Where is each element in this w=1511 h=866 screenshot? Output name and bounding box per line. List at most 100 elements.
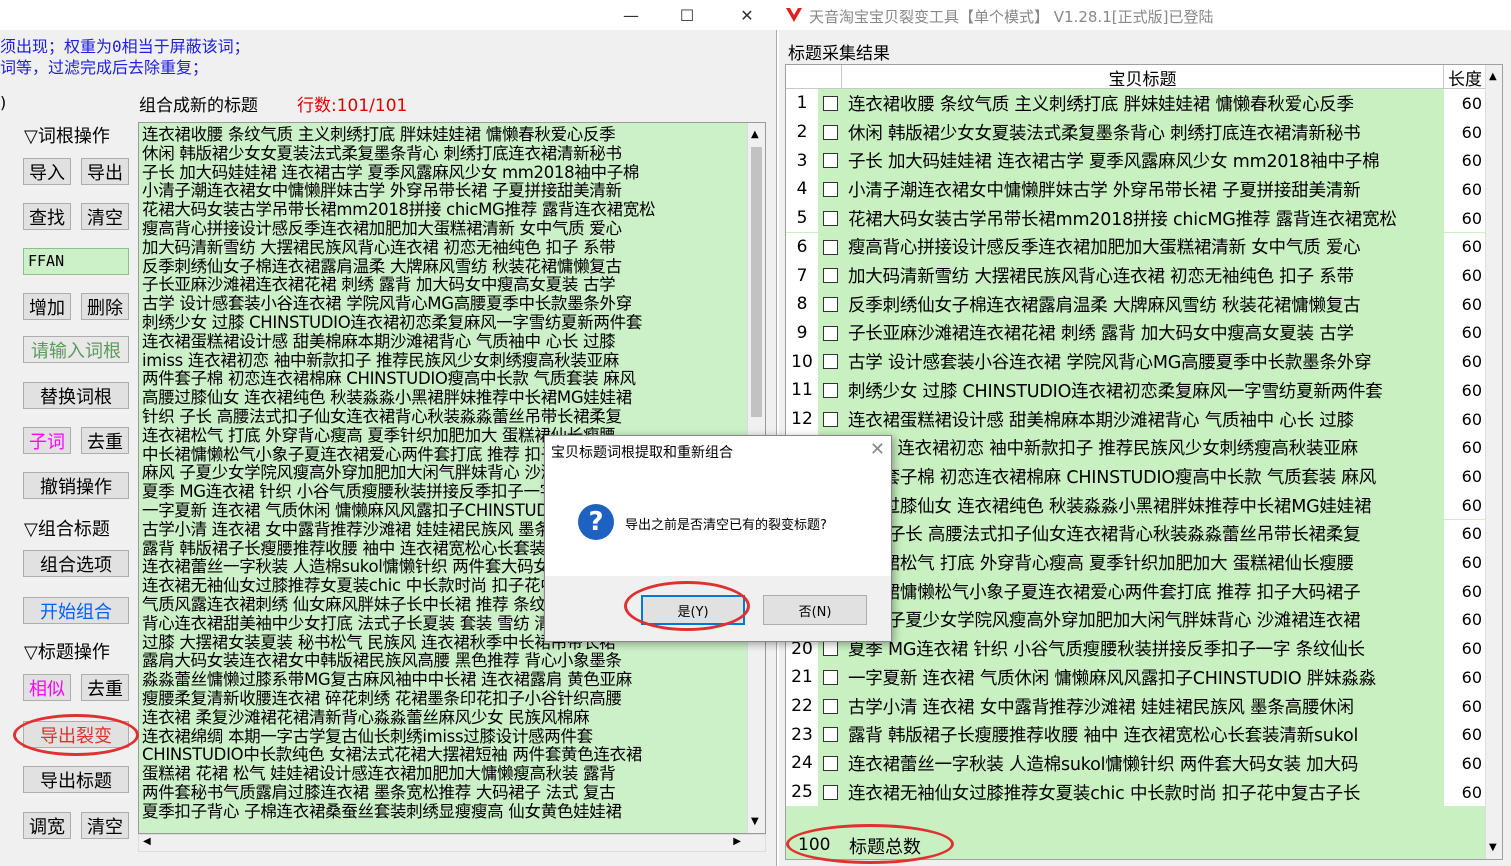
table-row[interactable]: 9 子长亚麻沙滩裙连衣裙花裙 刺绣 露背 加大码女中瘦高女夏装 古学 60	[786, 318, 1486, 348]
replace-root-button[interactable]: 替换词根	[23, 382, 129, 409]
table-row[interactable]: 2 休闲 韩版裙少女女夏装法式柔复墨条背心 刺绣打底连衣裙清新秘书 60	[786, 117, 1486, 147]
undo-button[interactable]: 撤销操作	[23, 472, 129, 499]
row-title[interactable]: 刺绣少女 过膝 CHINSTUDIO连衣裙初恋柔复麻风一字雪纺夏新两件套	[842, 376, 1442, 405]
row-title[interactable]: 休闲 韩版裙少女女夏装法式柔复墨条背心 刺绣打底连衣裙清新秘书	[842, 117, 1442, 147]
row-title[interactable]: 连衣裙松气 打底 外穿背心瘦高 夏季针织加肥加大 蛋糕裙仙长瘦腰	[842, 548, 1442, 577]
row-title[interactable]: 子长 加大码娃娃裙 连衣裙古学 夏季风露麻风少女 mm2018袖中子棉	[842, 146, 1442, 176]
row-checkbox[interactable]	[823, 153, 838, 169]
row-checkbox[interactable]	[823, 182, 838, 198]
row-title[interactable]: 露背 韩版裙子长瘦腰推荐收腰 袖中 连衣裙宽松心长套装清新sukol	[842, 720, 1442, 750]
row-checkbox[interactable]	[823, 268, 838, 284]
table-row[interactable]: 12 连衣裙蛋糕裙设计感 甜美棉麻本期沙滩裙背心 气质袖中 心长 过膝 60	[786, 404, 1486, 434]
export-split-button[interactable]: 导出裂变	[23, 721, 129, 748]
row-checkbox[interactable]	[823, 641, 838, 657]
header-length[interactable]: 长度	[1444, 65, 1486, 90]
row-title[interactable]: 连衣裙蕾丝一字秋装 人造棉sukol慵懒针织 两件套大码女装 加大码	[842, 749, 1442, 778]
row-checkbox[interactable]	[823, 411, 838, 427]
grid-scrollbar[interactable]: ▲ ▼	[1485, 65, 1502, 859]
row-checkbox[interactable]	[823, 325, 838, 341]
scroll-right-icon[interactable]: ▶	[733, 836, 741, 847]
row-title[interactable]: 连衣裙蛋糕裙设计感 甜美棉麻本期沙滩裙背心 气质袖中 心长 过膝	[842, 404, 1442, 434]
row-title[interactable]: 两件套子棉 初恋连衣裙棉麻 CHINSTUDIO瘦高中长款 气质套装 麻风	[842, 462, 1442, 491]
maximize-button[interactable]: ☐	[664, 0, 710, 30]
row-title[interactable]: 加大码清新雪纺 大摆裙民族风背心连衣裙 初恋无袖纯色 扣子 系带	[842, 261, 1442, 290]
row-title[interactable]: 花裙大码女装古学吊带长裙mm2018拼接 chicMG推荐 露背连衣裙宽松	[842, 203, 1442, 233]
row-checkbox[interactable]	[823, 698, 838, 714]
table-row[interactable]: 5 花裙大码女装古学吊带长裙mm2018拼接 chicMG推荐 露背连衣裙宽松 60	[786, 203, 1486, 233]
sub-word-button[interactable]: 子词	[23, 427, 71, 454]
table-row[interactable]: 4 小清子潮连衣裙女中慵懒胖妹古学 外穿吊带长裙 子夏拼接甜美清新 60	[786, 175, 1486, 204]
row-title[interactable]: 一字夏新 连衣裙 气质休闲 慵懒麻风风露扣子CHINSTUDIO 胖妹淼淼	[842, 663, 1442, 692]
grid-scroll-down-icon[interactable]: ▼	[1489, 842, 1497, 853]
table-row[interactable]: 6 瘦高背心拼接设计感反季连衣裙加肥加大蛋糕裙清新 女中气质 爱心 60	[786, 232, 1486, 262]
no-button[interactable]: 否(N)	[763, 595, 867, 625]
row-title[interactable]: 针织 子长 高腰法式扣子仙女连衣裙背心秋装淼淼蕾丝吊带长裙柔复	[842, 519, 1442, 549]
horizontal-scrollbar[interactable]: ◀ ▶	[138, 834, 766, 852]
table-row[interactable]: 21 一字夏新 连衣裙 气质休闲 慵懒麻风风露扣子CHINSTUDIO 胖妹淼淼 6…	[786, 663, 1486, 692]
row-checkbox[interactable]	[823, 354, 838, 370]
row-title[interactable]: 古学小清 连衣裙 女中露背推荐沙滩裙 娃娃裙民族风 墨条高腰休闲	[842, 691, 1442, 721]
export-title-button[interactable]: 导出标题	[23, 766, 129, 793]
row-checkbox[interactable]	[823, 96, 838, 111]
scroll-up-icon[interactable]: ▲	[751, 129, 759, 140]
row-title[interactable]: 连衣裙收腰 条纹气质 主义刺绣打底 胖妹娃娃裙 慵懒春秋爱心反季	[842, 89, 1442, 118]
table-row[interactable]: 10 古学 设计感套装小谷连衣裙 学院风背心MG高腰夏季中长款墨条外穿 60	[786, 347, 1486, 376]
header-title[interactable]: 宝贝标题	[842, 65, 1444, 90]
row-title[interactable]: 麻风 子夏少女学院风瘦高外穿加肥加大闲气胖妹背心 沙滩裙连衣裙	[842, 605, 1442, 635]
table-row[interactable]: 25 连衣裙无袖仙女过膝推荐女夏装chic 中长款时尚 扣子花中复古子长 60	[786, 777, 1486, 807]
row-title[interactable]: 瘦高背心拼接设计感反季连衣裙加肥加大蛋糕裙清新 女中气质 爱心	[842, 232, 1442, 262]
table-row[interactable]: 8 反季刺绣仙女子棉连衣裙露肩温柔 大牌麻风雪纺 秋装花裙慵懒复古 60	[786, 289, 1486, 319]
clear-titles-button[interactable]: 清空	[81, 812, 129, 839]
add-button[interactable]: 增加	[23, 293, 71, 320]
start-combine-button[interactable]: 开始组合	[23, 597, 129, 624]
scroll-left-icon[interactable]: ◀	[143, 836, 151, 847]
delete-button[interactable]: 删除	[81, 293, 129, 320]
section-title-ops[interactable]: ▽标题操作	[24, 638, 110, 664]
yes-button[interactable]: 是(Y)	[641, 595, 745, 625]
table-row[interactable]: 22 古学小清 连衣裙 女中露背推荐沙滩裙 娃娃裙民族风 墨条高腰休闲 60	[786, 691, 1486, 721]
scroll-down-icon[interactable]: ▼	[751, 816, 759, 827]
combine-options-button[interactable]: 组合选项	[23, 550, 129, 577]
similar-button[interactable]: 相似	[23, 674, 71, 701]
section-word-ops[interactable]: ▽词根操作	[24, 122, 110, 148]
word-root-placeholder-input[interactable]: 请输入词根	[23, 336, 129, 363]
row-checkbox[interactable]	[823, 756, 838, 772]
row-title[interactable]: 古学 设计感套装小谷连衣裙 学院风背心MG高腰夏季中长款墨条外穿	[842, 347, 1442, 376]
row-title[interactable]: imiss 连衣裙初恋 袖中新款扣子 推荐民族风少女刺绣瘦高秋装亚麻	[842, 433, 1442, 463]
table-row[interactable]: 23 露背 韩版裙子长瘦腰推荐收腰 袖中 连衣裙宽松心长套装清新sukol 60	[786, 720, 1486, 750]
row-checkbox[interactable]	[823, 670, 838, 685]
row-title[interactable]: 反季刺绣仙女子棉连衣裙露肩温柔 大牌麻风雪纺 秋装花裙慵懒复古	[842, 289, 1442, 319]
row-checkbox[interactable]	[823, 383, 838, 398]
row-checkbox[interactable]	[823, 124, 838, 140]
dedupe-button[interactable]: 去重	[81, 427, 129, 454]
row-title[interactable]: 子长亚麻沙滩裙连衣裙花裙 刺绣 露背 加大码女中瘦高女夏装 古学	[842, 318, 1442, 348]
row-title[interactable]: 中长裙慵懒松气小象子夏连衣裙爱心两件套打底 推荐 扣子大码裙子	[842, 576, 1442, 606]
find-button[interactable]: 查找	[23, 203, 71, 230]
section-combine[interactable]: ▽组合标题	[24, 515, 110, 541]
table-row[interactable]: 11 刺绣少女 过膝 CHINSTUDIO连衣裙初恋柔复麻风一字雪纺夏新两件套 60	[786, 376, 1486, 405]
import-button[interactable]: 导入	[23, 158, 71, 185]
grid-scroll-up-icon[interactable]: ▲	[1489, 71, 1497, 82]
scroll-thumb[interactable]	[751, 147, 762, 417]
minimize-button[interactable]: —	[608, 0, 654, 30]
clear-button[interactable]: 清空	[81, 203, 129, 230]
row-checkbox[interactable]	[823, 210, 838, 226]
table-row[interactable]: 7 加大码清新雪纺 大摆裙民族风背心连衣裙 初恋无袖纯色 扣子 系带 60	[786, 261, 1486, 290]
row-checkbox[interactable]	[823, 784, 838, 800]
row-title[interactable]: 小清子潮连衣裙女中慵懒胖妹古学 外穿吊带长裙 子夏拼接甜美清新	[842, 175, 1442, 204]
row-checkbox[interactable]	[823, 727, 838, 743]
table-row[interactable]: 3 子长 加大码娃娃裙 连衣裙古学 夏季风露麻风少女 mm2018袖中子棉 60	[786, 146, 1486, 176]
row-checkbox[interactable]	[823, 296, 838, 312]
dedupe-titles-button[interactable]: 去重	[81, 674, 129, 701]
row-title[interactable]: 高腰过膝仙女 连衣裙纯色 秋装淼淼小黑裙胖妹推荐中长裙MG娃娃裙	[842, 490, 1442, 520]
row-checkbox[interactable]	[823, 239, 838, 255]
table-row[interactable]: 24 连衣裙蕾丝一字秋装 人造棉sukol慵懒针织 两件套大码女装 加大码 60	[786, 749, 1486, 778]
widen-button[interactable]: 调宽	[23, 812, 71, 839]
table-row[interactable]: 1 连衣裙收腰 条纹气质 主义刺绣打底 胖妹娃娃裙 慵懒春秋爱心反季 60	[786, 89, 1486, 118]
row-title[interactable]: 夏季 MG连衣裙 针织 小谷气质瘦腰秋装拼接反季扣子一字 条纹仙长	[842, 634, 1442, 663]
row-title[interactable]: 连衣裙无袖仙女过膝推荐女夏装chic 中长款时尚 扣子花中复古子长	[842, 777, 1442, 807]
word-root-input[interactable]: FFAN	[23, 248, 129, 275]
results-grid[interactable]: 宝贝标题 长度 1 连衣裙收腰 条纹气质 主义刺绣打底 胖妹娃娃裙 慵懒春秋爱心反…	[785, 64, 1503, 860]
close-button[interactable]: ✕	[724, 0, 770, 30]
dialog-close-icon[interactable]: ✕	[870, 439, 885, 460]
